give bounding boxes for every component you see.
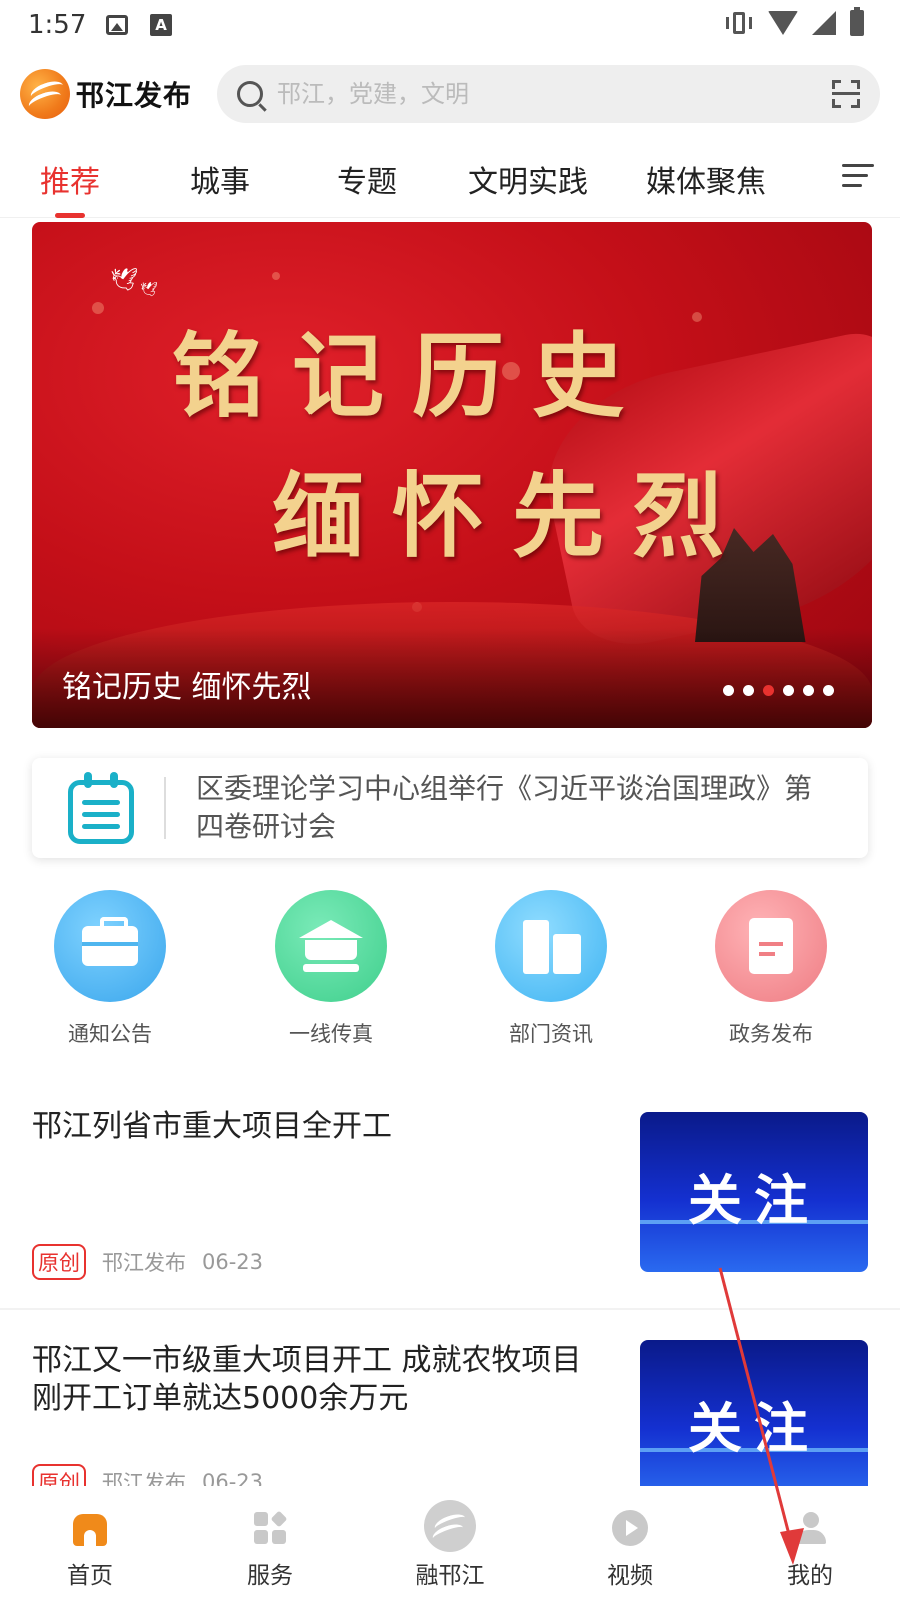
dove-icon: 🕊 xyxy=(140,282,158,298)
divider xyxy=(164,777,166,839)
quick-link-notices[interactable]: 通知公告 xyxy=(30,890,190,1048)
quick-link-label: 部门资讯 xyxy=(509,1022,593,1046)
services-grid-icon xyxy=(250,1508,290,1548)
nav-rong-hanjiang[interactable]: 融邗江 xyxy=(360,1486,540,1600)
vibrate-icon xyxy=(724,10,754,36)
app-logo: 邗江发布 xyxy=(20,69,215,119)
dove-icon: 🕊 xyxy=(110,268,138,293)
quick-link-label: 一线传真 xyxy=(289,1022,373,1046)
tab-menu-icon[interactable] xyxy=(842,164,874,190)
graduation-cap-icon xyxy=(275,890,387,1002)
original-tag: 原创 xyxy=(32,1464,86,1486)
carousel-dot-active[interactable] xyxy=(763,685,774,696)
carousel-dot[interactable] xyxy=(723,685,734,696)
news-source: 邗江发布 xyxy=(102,1471,186,1486)
nav-video[interactable]: 视频 xyxy=(540,1486,720,1600)
news-thumbnail: 关注 xyxy=(640,1112,868,1272)
news-item[interactable]: 邗江列省市重大项目全开工 原创 邗江发布 06-23 关注 xyxy=(0,1090,900,1310)
nav-profile[interactable]: 我的 xyxy=(720,1486,900,1600)
tab-recommend[interactable]: 推荐 xyxy=(40,140,100,218)
tab-city[interactable]: 城事 xyxy=(190,140,250,218)
banner-caption: 铭记历史 缅怀先烈 xyxy=(62,670,312,705)
original-tag: 原创 xyxy=(32,1244,86,1280)
signal-icon xyxy=(812,11,836,35)
quick-link-label: 政务发布 xyxy=(729,1022,813,1046)
news-title: 邗江又一市级重大项目开工 成就农牧项目刚开工订单就达5000余万元 xyxy=(32,1343,582,1416)
banner-carousel[interactable]: 🕊 🕊 铭记历史 缅怀先烈 铭记历史 缅怀先烈 xyxy=(32,222,872,728)
nav-home[interactable]: 首页 xyxy=(0,1486,180,1600)
thumbnail-text: 关注 xyxy=(688,1397,820,1460)
tab-civilization-practice[interactable]: 文明实践 xyxy=(468,140,588,218)
banner-calligraphy-line2: 缅怀先烈 xyxy=(271,462,752,570)
category-tabs: 推荐 城事 专题 文明实践 媒体聚焦 xyxy=(0,140,900,218)
bottom-navigation: 首页 服务 融邗江 视频 我的 xyxy=(0,1486,900,1600)
tab-media-focus[interactable]: 媒体聚焦 xyxy=(646,140,766,218)
nav-label: 首页 xyxy=(67,1563,113,1589)
quick-link-department-news[interactable]: 部门资讯 xyxy=(471,890,631,1048)
thumbnail-text: 关注 xyxy=(688,1169,820,1232)
battery-icon xyxy=(850,7,864,36)
news-meta: 原创 邗江发布 06-23 xyxy=(32,1464,263,1486)
nav-services[interactable]: 服务 xyxy=(180,1486,360,1600)
notice-card[interactable]: 区委理论学习中心组举行《习近平谈治国理政》第四卷研讨会 xyxy=(32,758,868,858)
news-thumbnail: 关注 xyxy=(640,1340,868,1486)
quick-link-label: 通知公告 xyxy=(68,1022,152,1046)
carousel-dot[interactable] xyxy=(783,685,794,696)
quick-link-government-release[interactable]: 政务发布 xyxy=(691,890,851,1048)
clipboard-icon xyxy=(68,772,134,844)
status-time: 1:57 xyxy=(28,10,87,40)
play-icon xyxy=(610,1508,650,1548)
text-notification-icon: A xyxy=(150,14,172,36)
banner-calligraphy-line1: 铭记历史 xyxy=(171,322,652,430)
search-bar[interactable] xyxy=(217,65,880,123)
news-source: 邗江发布 xyxy=(102,1251,186,1275)
news-meta: 原创 邗江发布 06-23 xyxy=(32,1244,263,1280)
briefcase-icon xyxy=(54,890,166,1002)
gallery-notification-icon xyxy=(106,15,128,35)
user-icon xyxy=(790,1508,830,1548)
nav-label: 视频 xyxy=(607,1563,653,1589)
quick-links: 通知公告 一线传真 部门资讯 政务发布 xyxy=(0,890,900,1050)
carousel-dot[interactable] xyxy=(743,685,754,696)
buildings-icon xyxy=(495,890,607,1002)
home-icon xyxy=(70,1508,110,1548)
hanjiang-logo-icon xyxy=(20,69,70,119)
quick-link-frontline[interactable]: 一线传真 xyxy=(251,890,411,1048)
hanjiang-logo-icon xyxy=(424,1500,476,1552)
carousel-indicator xyxy=(723,685,834,696)
wifi-icon xyxy=(768,11,798,35)
carousel-dot[interactable] xyxy=(823,685,834,696)
nav-label: 融邗江 xyxy=(415,1563,485,1589)
search-icon xyxy=(237,81,263,107)
carousel-dot[interactable] xyxy=(803,685,814,696)
news-item[interactable]: 邗江又一市级重大项目开工 成就农牧项目刚开工订单就达5000余万元 原创 邗江发… xyxy=(0,1312,900,1486)
scan-icon[interactable] xyxy=(832,80,860,108)
notice-headline: 区委理论学习中心组举行《习近平谈治国理政》第四卷研讨会 xyxy=(196,772,813,843)
nav-label: 我的 xyxy=(787,1563,833,1589)
nav-label: 服务 xyxy=(247,1563,293,1589)
news-date: 06-23 xyxy=(202,1250,264,1274)
tab-topics[interactable]: 专题 xyxy=(337,140,397,218)
news-title: 邗江列省市重大项目全开工 xyxy=(32,1109,392,1144)
news-date: 06-23 xyxy=(202,1470,264,1486)
status-bar: 1:57 A xyxy=(0,0,900,50)
search-input[interactable] xyxy=(277,80,832,108)
app-logo-text: 邗江发布 xyxy=(76,79,193,112)
document-icon xyxy=(715,890,827,1002)
app-header: 邗江发布 xyxy=(0,58,900,130)
